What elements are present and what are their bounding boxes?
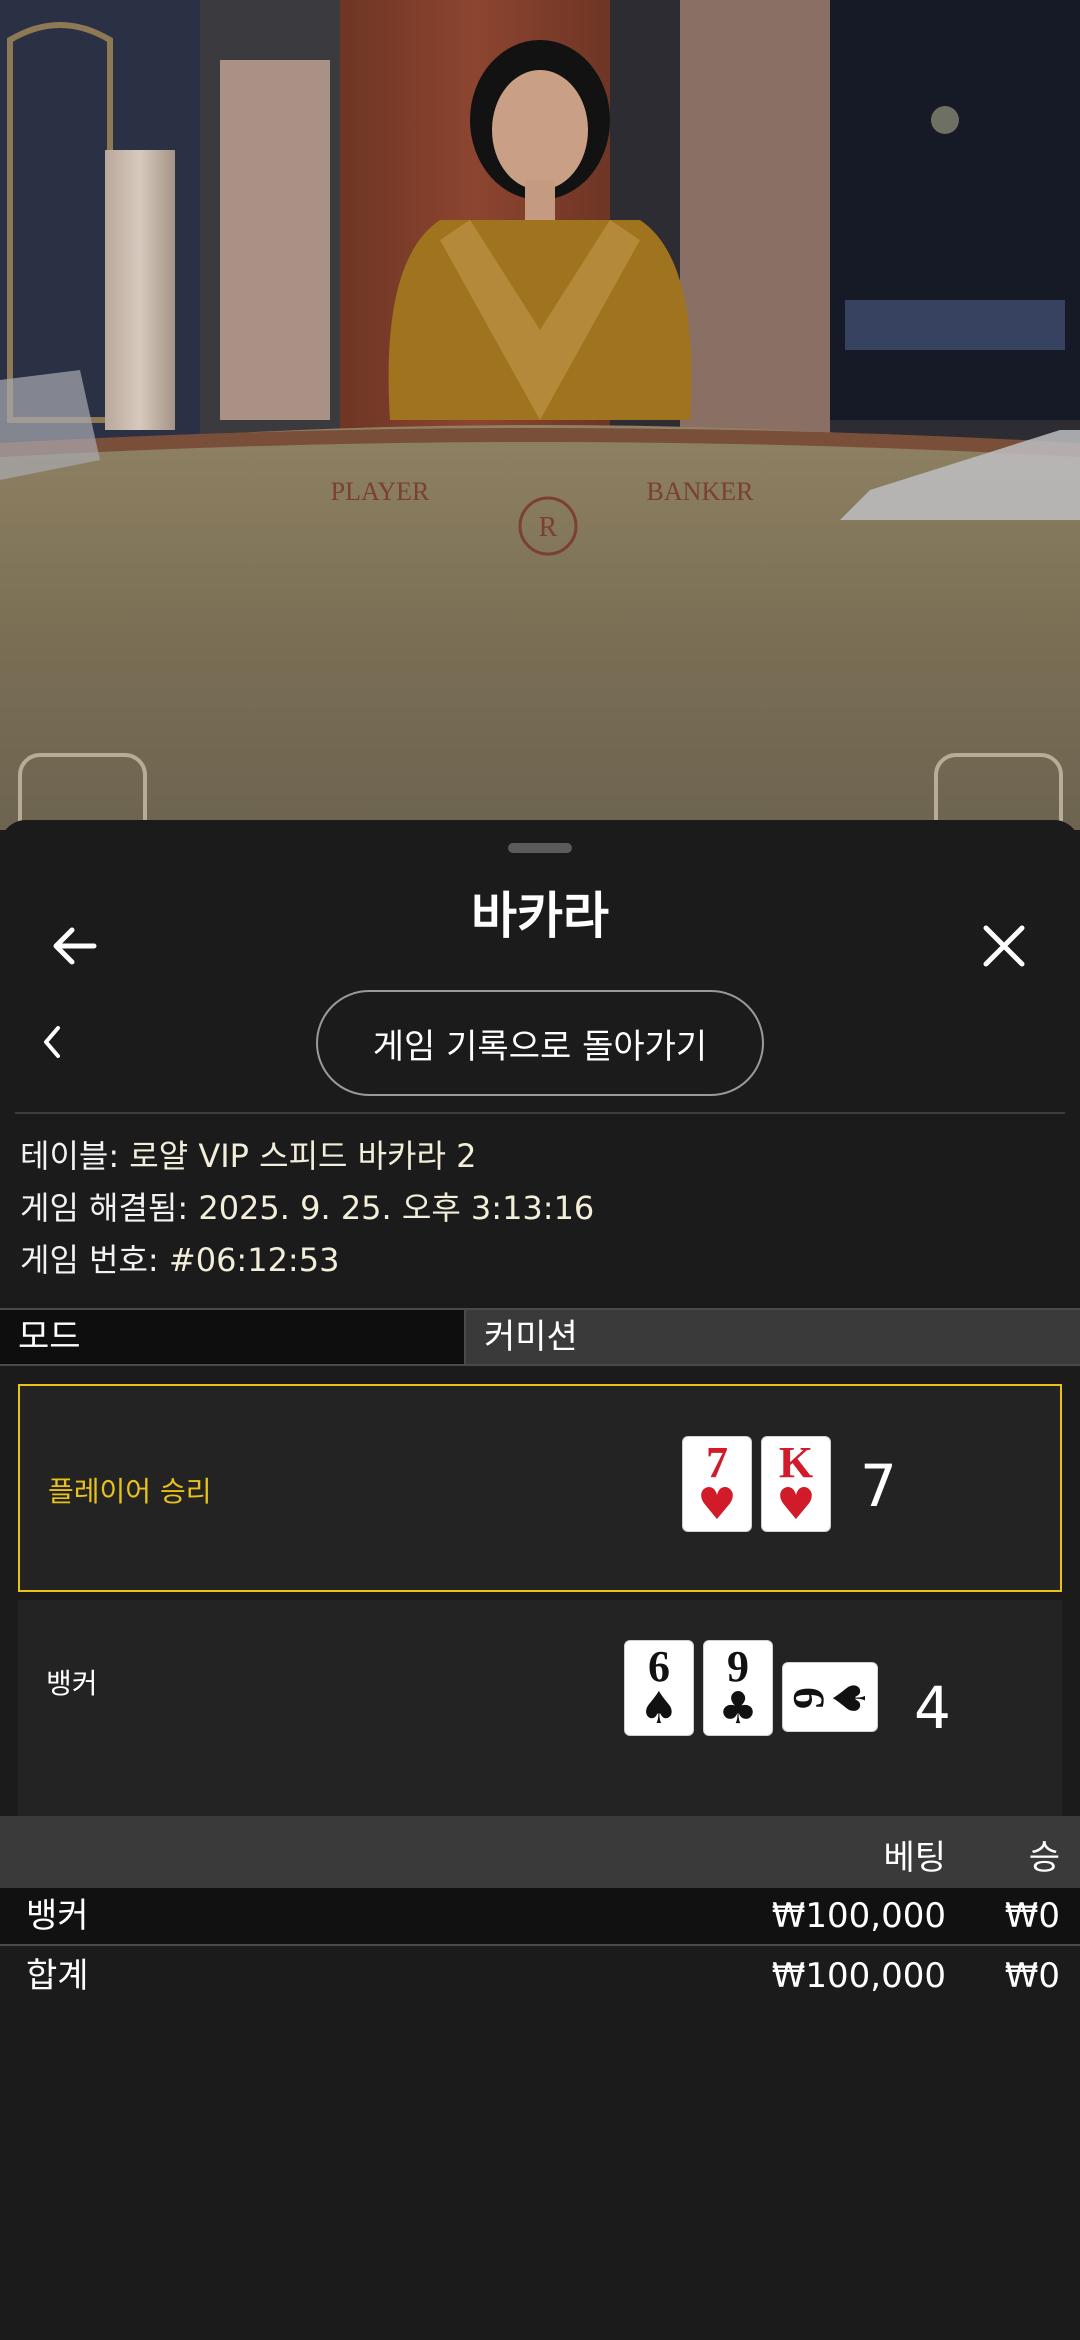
win-column-header: 승 xyxy=(1028,1838,1060,1878)
bets-table-header: 베팅 승 xyxy=(0,1816,1080,1888)
heart-icon: ♥ xyxy=(776,1479,816,1530)
total-row: 합계 ₩100,000 ₩0 xyxy=(0,1948,1080,2004)
bet-row-amount: ₩100,000 xyxy=(771,1896,946,1936)
prev-game-button[interactable] xyxy=(38,1020,78,1070)
player-score: 7 xyxy=(860,1452,897,1520)
spade-icon: ♠ xyxy=(639,1683,679,1734)
table-label: 테이블: xyxy=(20,1137,120,1175)
sheet-drag-handle[interactable] xyxy=(508,843,572,853)
table-value: 로얄 VIP 스피드 바카라 2 xyxy=(129,1137,477,1175)
game-detail-sheet: 바카라 게임 기록으로 돌아가기 테이블: 로얄 VIP 스피드 바카라 2 게… xyxy=(0,820,1080,2340)
page-title: 바카라 xyxy=(471,887,609,945)
svg-text:R: R xyxy=(539,512,558,543)
game-number-value: #06:12:53 xyxy=(168,1241,340,1279)
chevron-left-icon xyxy=(44,1026,60,1058)
player-card-2: K ♥ xyxy=(761,1436,831,1532)
back-to-history-button[interactable]: 게임 기록으로 돌아가기 xyxy=(316,990,764,1096)
total-bet: ₩100,000 xyxy=(771,1956,946,1996)
banker-card-2: 9 ♣ xyxy=(703,1640,773,1736)
divider xyxy=(0,1944,1080,1946)
total-win: ₩0 xyxy=(1004,1956,1060,1996)
banker-card-3-rotated: 9 ♠ xyxy=(782,1662,878,1732)
table-player-text: PLAYER xyxy=(331,477,430,506)
close-button[interactable] xyxy=(964,906,1044,986)
table-row: 뱅커 ₩100,000 ₩0 xyxy=(0,1888,1080,1944)
bet-row-label: 뱅커 xyxy=(26,1896,89,1936)
divider xyxy=(15,1112,1065,1114)
resolved-label: 게임 해결됨: xyxy=(20,1189,189,1227)
mode-label: 모드 xyxy=(0,1310,466,1364)
table-info: 테이블: 로얄 VIP 스피드 바카라 2 xyxy=(20,1136,476,1176)
commission-label: 커미션 xyxy=(466,1310,1080,1364)
banker-score: 4 xyxy=(914,1674,951,1742)
resolved-value: 2025. 9. 25. 오후 3:13:16 xyxy=(198,1189,595,1227)
player-hand: 플레이어 승리 7 ♥ K ♥ 7 xyxy=(18,1384,1062,1592)
mode-bar: 모드 커미션 xyxy=(0,1308,1080,1366)
history-nav: 게임 기록으로 돌아가기 xyxy=(0,990,1080,1100)
resolved-info: 게임 해결됨: 2025. 9. 25. 오후 3:13:16 xyxy=(20,1188,594,1228)
player-result-label: 플레이어 승리 xyxy=(48,1475,212,1508)
spade-icon: ♠ xyxy=(825,1678,876,1718)
heart-icon: ♥ xyxy=(697,1479,737,1530)
bet-row-win: ₩0 xyxy=(1004,1896,1060,1936)
total-label: 합계 xyxy=(26,1956,89,1996)
club-icon: ♣ xyxy=(718,1683,758,1734)
live-dealer-video: PLAYER BANKER R xyxy=(0,0,1080,830)
banker-hand: 뱅커 6 ♠ 9 ♣ 9 ♠ 4 xyxy=(18,1600,1062,1818)
game-number-label: 게임 번호: xyxy=(20,1241,159,1279)
banker-result-label: 뱅커 xyxy=(46,1667,98,1700)
player-card-1: 7 ♥ xyxy=(682,1436,752,1532)
banker-card-1: 6 ♠ xyxy=(624,1640,694,1736)
close-icon xyxy=(983,925,1025,967)
bet-column-header: 베팅 xyxy=(883,1838,946,1878)
table-banker-text: BANKER xyxy=(647,477,755,506)
game-number-info: 게임 번호: #06:12:53 xyxy=(20,1240,339,1280)
